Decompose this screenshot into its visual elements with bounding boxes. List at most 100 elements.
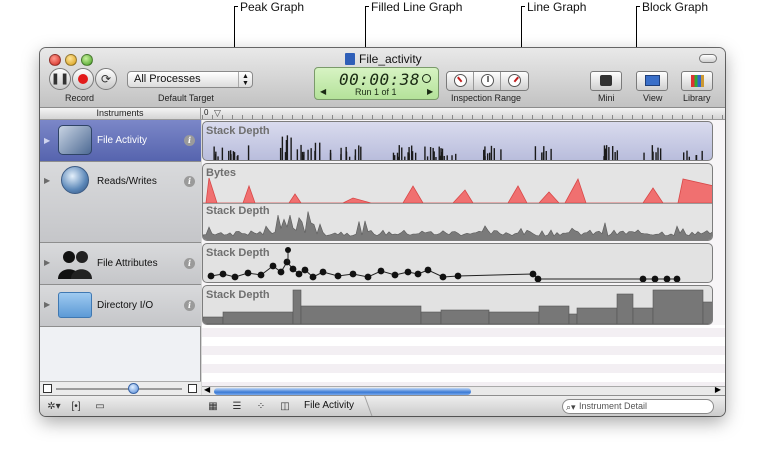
view-label: View: [643, 93, 663, 103]
instruments-header: Instruments: [40, 108, 201, 119]
track-file-activity[interactable]: Stack Depth: [202, 121, 713, 161]
scrollbar-thumb[interactable]: [214, 388, 471, 395]
line-point: [283, 258, 291, 266]
instrument-row-reads-writes[interactable]: ▶ Reads/Writes i: [40, 162, 201, 243]
callout-peak-graph: Peak Graph: [234, 0, 304, 14]
inspection-start-button[interactable]: [447, 72, 474, 90]
scroll-right-icon[interactable]: ▶: [715, 385, 721, 394]
disclosure-triangle-icon[interactable]: ▶: [44, 258, 50, 267]
line-graph: [207, 247, 681, 282]
people-icon: [58, 249, 92, 279]
line-point: [285, 247, 291, 253]
line-point: [391, 271, 399, 279]
globe-disk-icon: [61, 166, 89, 194]
block-mark: [292, 289, 302, 324]
zoom-small-icon[interactable]: [43, 384, 52, 393]
line-point: [295, 270, 303, 278]
timeline-scrollbar[interactable]: ◀ ▶: [202, 385, 725, 395]
detail-toggle-icon[interactable]: ▭: [92, 400, 108, 413]
breadcrumb[interactable]: File Activity: [304, 400, 354, 411]
previous-run-button[interactable]: ◀: [320, 87, 326, 96]
playhead-icon[interactable]: ▽: [214, 108, 221, 119]
action-gear-icon[interactable]: ✲▾: [46, 400, 62, 413]
scroll-left-icon[interactable]: ◀: [204, 385, 210, 394]
annotated-screenshot: Peak Graph Filled Line Graph Line Graph …: [0, 0, 763, 461]
line-point: [663, 275, 671, 282]
close-button[interactable]: [49, 54, 61, 66]
default-target-label: Default Target: [158, 93, 214, 103]
track-label: Bytes: [206, 167, 236, 179]
info-icon[interactable]: i: [184, 176, 195, 187]
block-mark: [632, 307, 654, 324]
instruments-sidebar: ▶ File Activity i ▶ Reads/Writes i ▶ Fil…: [40, 120, 201, 391]
record-icon: [78, 74, 88, 84]
view-icon: [645, 75, 660, 86]
inspection-clear-button[interactable]: [474, 72, 501, 90]
disclosure-triangle-icon[interactable]: ▶: [44, 136, 50, 145]
info-icon[interactable]: i: [184, 258, 195, 269]
library-icon: [691, 75, 704, 87]
minimize-button[interactable]: [65, 54, 77, 66]
zoom-slider-knob[interactable]: [128, 383, 139, 394]
block-mark: [222, 311, 294, 324]
instrument-name: File Attributes: [97, 258, 158, 269]
block-graph: [203, 289, 712, 324]
line-point: [219, 270, 227, 278]
outline-view-icon[interactable]: ☰: [229, 400, 245, 413]
target-icon[interactable]: [•]: [68, 400, 84, 413]
instrument-row-file-activity[interactable]: ▶ File Activity i: [40, 120, 201, 162]
info-icon[interactable]: i: [184, 135, 195, 146]
call-tree-view-icon[interactable]: ⁘: [253, 400, 269, 413]
table-view-icon[interactable]: ▦: [205, 400, 221, 413]
callout-line-graph: Line Graph: [521, 0, 586, 14]
extended-detail-icon[interactable]: ◫: [277, 400, 293, 413]
ruler-zero: 0: [204, 108, 209, 117]
run-indicator: Run 1 of 1: [355, 87, 397, 97]
line-point: [231, 273, 239, 281]
track-label: Stack Depth: [206, 289, 270, 301]
time-display: 00:00:38 ◀ Run 1 of 1 ▶: [314, 67, 439, 100]
instrument-row-directory-io[interactable]: ▶ Directory I/O i: [40, 285, 201, 327]
window-title: File_activity: [345, 52, 422, 66]
block-mark: [488, 311, 540, 324]
record-button[interactable]: [72, 68, 94, 90]
loop-button[interactable]: ⟳: [95, 68, 117, 90]
folder-icon: [58, 292, 92, 318]
library-button[interactable]: [681, 71, 713, 91]
instrument-detail-search[interactable]: ⌕▾ Instrument Detail: [562, 399, 714, 414]
select-arrows-icon: ▲ ▼: [238, 72, 252, 87]
bytes-area: [203, 177, 712, 204]
mini-button[interactable]: [590, 71, 622, 91]
callout-filled-line-graph: Filled Line Graph: [365, 0, 462, 14]
track-label: Stack Depth: [206, 125, 270, 137]
inspection-end-button[interactable]: [501, 72, 528, 90]
track-file-attributes[interactable]: Stack Depth: [202, 243, 713, 283]
gauge-center-icon: [481, 74, 494, 87]
track-directory-io[interactable]: Stack Depth: [202, 285, 713, 325]
disclosure-triangle-icon[interactable]: ▶: [44, 176, 50, 185]
line-point: [257, 271, 265, 279]
next-run-button[interactable]: ▶: [427, 87, 433, 96]
line-point: [377, 267, 385, 275]
zoom-button[interactable]: [81, 54, 93, 66]
empty-track-area: [202, 325, 725, 391]
line-point: [244, 269, 252, 277]
track-reads-writes[interactable]: Bytes Stack Depth: [202, 163, 713, 241]
document-icon: [345, 53, 355, 65]
info-icon[interactable]: i: [184, 300, 195, 311]
block-mark: [300, 305, 422, 324]
line-point: [269, 262, 277, 270]
zoom-slider-track[interactable]: [56, 388, 182, 390]
mini-label: Mini: [598, 93, 615, 103]
filled-line-graph-stack: [203, 211, 712, 240]
instrument-row-file-attributes[interactable]: ▶ File Attributes i: [40, 243, 201, 285]
block-mark: [702, 301, 712, 324]
disclosure-triangle-icon[interactable]: ▶: [44, 300, 50, 309]
pause-button[interactable]: ❚❚: [49, 68, 71, 90]
toolbar-toggle-button[interactable]: [699, 54, 717, 63]
zoom-large-icon[interactable]: [188, 384, 197, 393]
track-label: Stack Depth: [206, 205, 270, 217]
view-button[interactable]: [636, 71, 668, 91]
timeline-ruler[interactable]: 0 ▽: [202, 108, 725, 119]
process-select[interactable]: All Processes ▲ ▼: [127, 71, 253, 88]
